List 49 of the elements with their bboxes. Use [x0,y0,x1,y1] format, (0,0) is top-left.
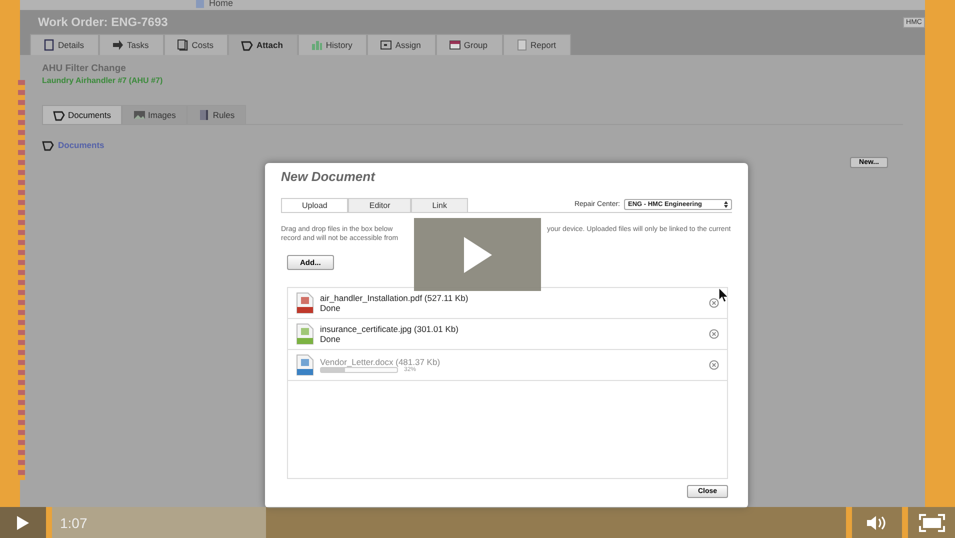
upload-status: Done [320,334,342,344]
calendar-icon [448,39,461,51]
playback-time: 1:07 [60,514,88,530]
tab[interactable]: Assign [367,34,436,55]
upload-status: Done [320,303,342,314]
tab[interactable]: History [298,34,368,55]
remove-icon[interactable] [709,298,719,308]
remove-icon[interactable] [709,360,719,370]
section-title: Documents [58,140,104,150]
work-order-heading: AHU Filter Change [42,63,127,74]
page-icon [176,39,189,51]
play-icon [464,236,492,272]
file-name: Vendor_Letter.docx (481.37 Kb) [320,357,442,368]
file-name: air_handler_Installation.pdf (527.11 Kb) [320,293,470,304]
file-name: insurance_certificate.jpg (301.01 Kb) [320,324,460,334]
tab[interactable]: Editor [348,198,412,212]
volume-button[interactable] [852,507,902,538]
fullscreen-icon [918,514,944,532]
sub-tab[interactable]: Images [122,105,187,124]
remove-icon[interactable] [709,329,719,340]
play-icon [17,516,29,530]
sub-tab[interactable]: Documents [42,105,122,124]
tab[interactable]: Link [411,198,468,212]
image-icon [133,109,145,121]
tab[interactable]: Attach [228,34,298,55]
arrow-icon [112,39,124,51]
tab[interactable]: Details [30,34,99,55]
page-icon [43,39,55,51]
play-button[interactable] [414,218,541,291]
tab[interactable]: Upload [281,198,348,212]
work-order-title: Work Order: ENG-7693 [38,15,168,29]
file-icon [296,323,314,346]
chart-icon [310,39,323,51]
file-icon [296,292,314,314]
speaker-icon [866,514,888,530]
cursor-icon [719,288,728,302]
tab[interactable]: Group [436,34,502,55]
tab[interactable]: Costs [164,34,228,55]
play-button[interactable] [0,507,46,538]
home-link[interactable]: Home [209,0,234,8]
book-icon [198,109,210,121]
tab[interactable]: Tasks [98,34,164,55]
tab[interactable]: Report [502,34,572,55]
file-icon [296,354,314,376]
dialog-title: New Document [281,169,376,184]
fullscreen-button[interactable] [908,507,955,538]
sub-tab[interactable]: Rules [186,105,246,124]
calendar-icon [380,39,392,51]
stepper-icon [724,201,728,208]
